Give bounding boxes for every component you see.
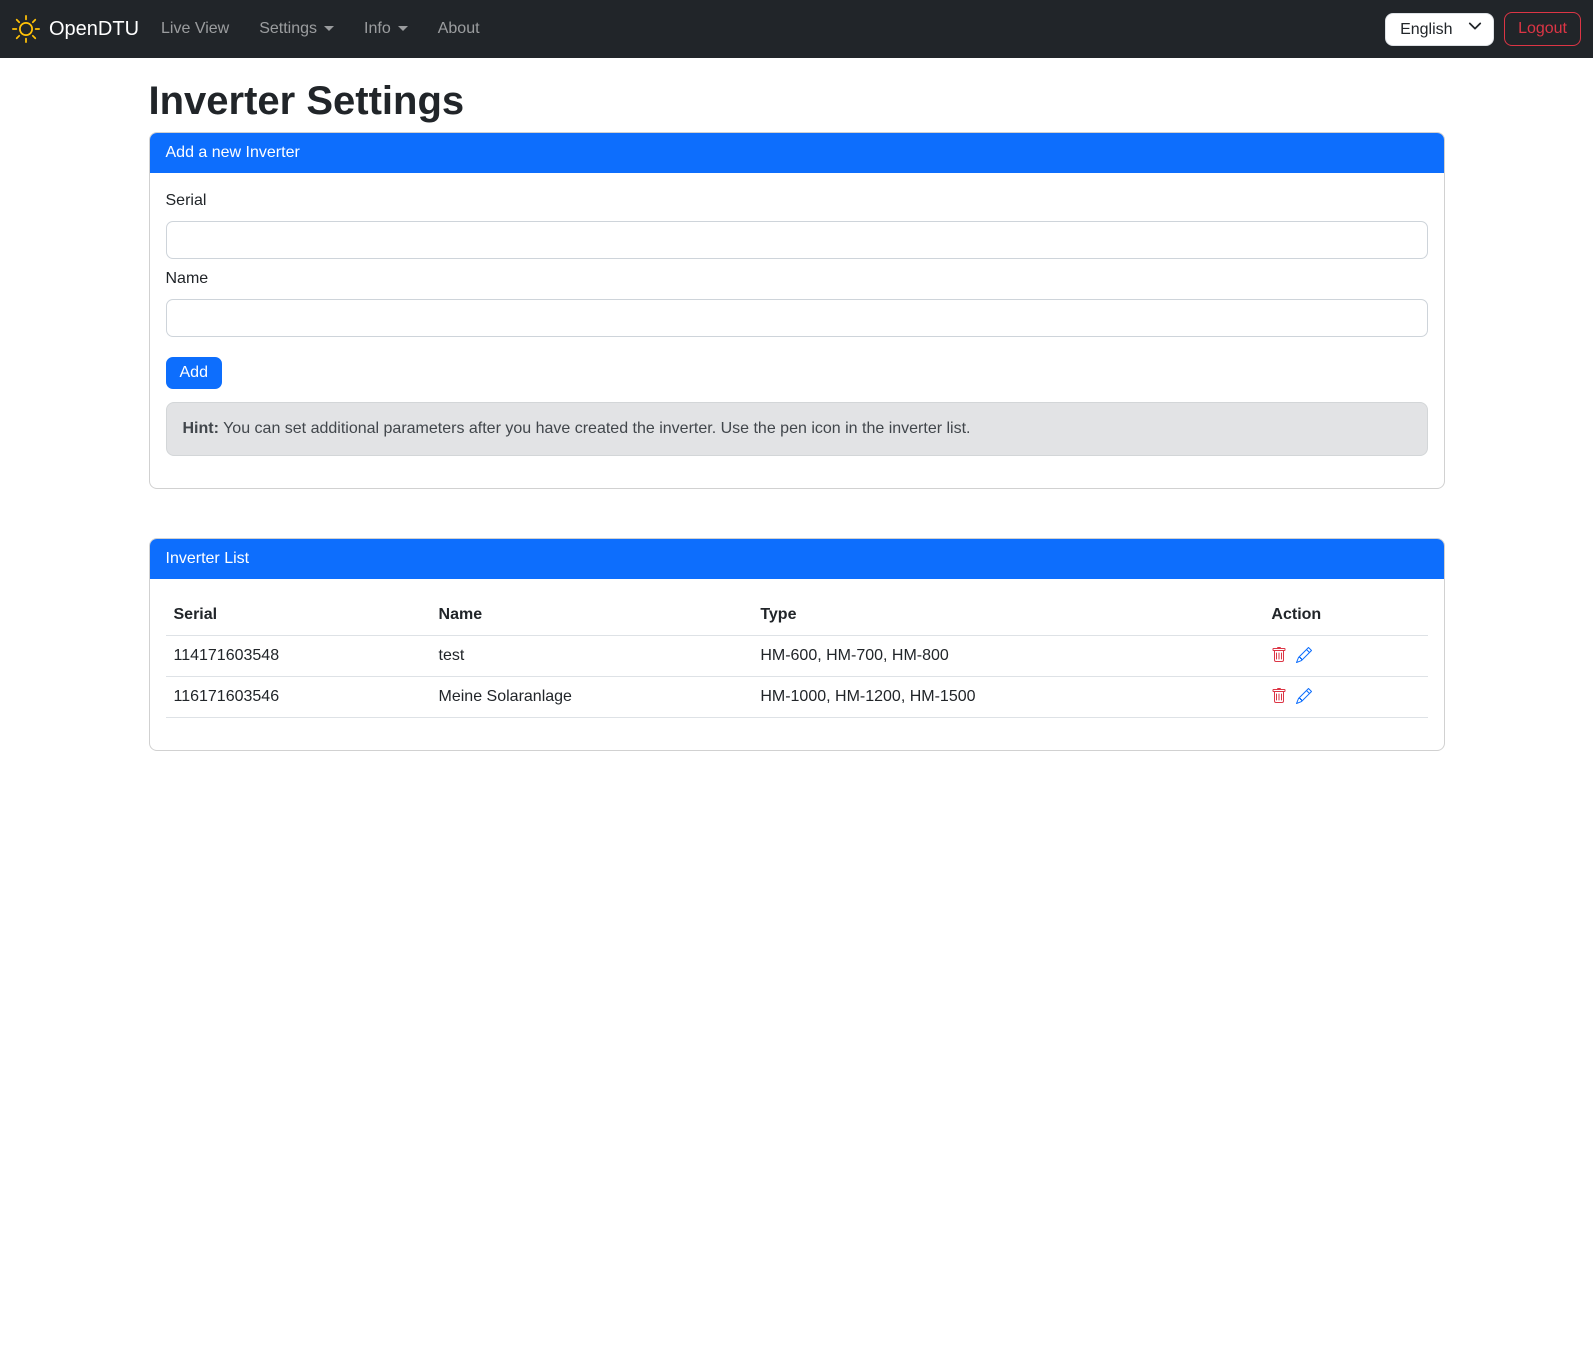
table-header-row: Serial Name Type Action: [166, 595, 1428, 636]
inverter-list-card: Inverter List Serial Name Type Action 11…: [149, 538, 1445, 751]
trash-icon: [1271, 688, 1287, 707]
edit-inverter-button[interactable]: [1296, 647, 1312, 666]
column-header-serial: Serial: [166, 595, 431, 636]
hint-bold: Hint:: [183, 420, 219, 437]
chevron-down-icon: [324, 26, 334, 31]
inverter-list-card-header: Inverter List: [150, 539, 1444, 579]
nav-live-view[interactable]: Live View: [153, 9, 237, 49]
cell-action: [1263, 636, 1427, 677]
cell-type: HM-1000, HM-1200, HM-1500: [752, 677, 1263, 718]
brand-link[interactable]: OpenDTU: [12, 14, 139, 44]
pencil-icon: [1296, 647, 1312, 666]
table-row: 114171603548 test HM-600, HM-700, HM-800: [166, 636, 1428, 677]
inverter-list-card-body: Serial Name Type Action 114171603548 tes…: [150, 579, 1444, 750]
serial-label: Serial: [166, 189, 1428, 213]
pencil-icon: [1296, 688, 1312, 707]
name-input[interactable]: [166, 299, 1428, 337]
nav-info-label: Info: [364, 20, 391, 37]
logout-button[interactable]: Logout: [1504, 12, 1581, 46]
hint-alert: Hint: You can set additional parameters …: [166, 402, 1428, 456]
sun-icon: [12, 15, 40, 43]
page-title: Inverter Settings: [149, 77, 1445, 125]
navbar: OpenDTU Live View Settings Info About En…: [0, 0, 1593, 58]
edit-inverter-button[interactable]: [1296, 688, 1312, 707]
add-inverter-card-header: Add a new Inverter: [150, 133, 1444, 173]
add-inverter-card: Add a new Inverter Serial Name Add Hint:…: [149, 132, 1445, 489]
language-select[interactable]: English: [1385, 13, 1494, 46]
column-header-type: Type: [752, 595, 1263, 636]
nav-about[interactable]: About: [430, 9, 488, 49]
table-row: 116171603546 Meine Solaranlage HM-1000, …: [166, 677, 1428, 718]
chevron-down-icon: [398, 26, 408, 31]
main-content: Inverter Settings Add a new Inverter Ser…: [137, 77, 1457, 751]
serial-input[interactable]: [166, 221, 1428, 259]
cell-name: Meine Solaranlage: [431, 677, 753, 718]
cell-type: HM-600, HM-700, HM-800: [752, 636, 1263, 677]
cell-serial: 114171603548: [166, 636, 431, 677]
nav-links: Live View Settings Info About: [153, 9, 502, 49]
delete-inverter-button[interactable]: [1271, 647, 1287, 666]
hint-text: You can set additional parameters after …: [219, 420, 971, 437]
trash-icon: [1271, 647, 1287, 666]
cell-name: test: [431, 636, 753, 677]
navbar-right: English Logout: [1385, 12, 1581, 46]
add-inverter-card-body: Serial Name Add Hint: You can set additi…: [150, 173, 1444, 488]
delete-inverter-button[interactable]: [1271, 688, 1287, 707]
nav-settings-label: Settings: [259, 20, 317, 37]
brand-label: OpenDTU: [49, 14, 139, 44]
language-select-wrap: English: [1385, 13, 1494, 46]
add-button[interactable]: Add: [166, 357, 222, 389]
name-label: Name: [166, 267, 1428, 291]
cell-action: [1263, 677, 1427, 718]
cell-serial: 116171603546: [166, 677, 431, 718]
inverter-table: Serial Name Type Action 114171603548 tes…: [166, 595, 1428, 718]
column-header-name: Name: [431, 595, 753, 636]
nav-settings[interactable]: Settings: [251, 9, 342, 49]
column-header-action: Action: [1263, 595, 1427, 636]
nav-info[interactable]: Info: [356, 9, 416, 49]
